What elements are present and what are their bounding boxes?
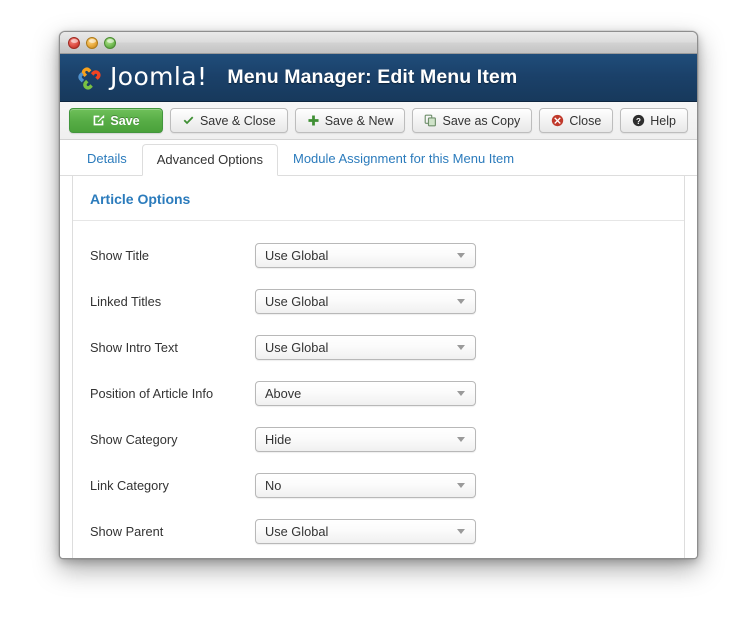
field-row-linked-titles: Linked Titles Use Global	[73, 278, 684, 324]
tab-module-assignment[interactable]: Module Assignment for this Menu Item	[278, 143, 529, 175]
save-button[interactable]: Save	[69, 108, 163, 133]
field-label-linked-titles: Linked Titles	[90, 293, 162, 309]
save-and-close-button[interactable]: Save & Close	[169, 108, 288, 133]
help-button[interactable]: ? Help	[620, 108, 688, 133]
field-row-show-intro-text: Show Intro Text Use Global	[73, 324, 684, 370]
window-titlebar	[60, 32, 697, 54]
show-title-select[interactable]: Use Global	[255, 242, 476, 268]
show-intro-text-value: Use Global	[265, 339, 329, 355]
article-options-form: Show Title Use Global Linked Titles Use …	[73, 221, 684, 554]
position-of-article-info-value: Above	[265, 385, 302, 401]
save-and-close-label: Save & Close	[199, 113, 276, 128]
minimize-window-button[interactable]	[86, 36, 98, 49]
chevron-down-icon	[457, 528, 465, 534]
field-row-show-title: Show Title Use Global	[73, 232, 684, 278]
browser-window: Joomla! Menu Manager: Edit Menu Item Sav…	[59, 31, 698, 559]
save-as-copy-button[interactable]: Save as Copy	[412, 108, 533, 133]
field-row-show-category: Show Category Hide	[73, 416, 684, 462]
save-and-new-label: Save & New	[324, 113, 394, 128]
chevron-down-icon	[457, 252, 465, 258]
field-row-link-category: Link Category No	[73, 462, 684, 508]
section-title: Article Options	[73, 176, 684, 221]
content-panel-inner: Article Options Show Title Use Global Li…	[72, 176, 685, 558]
linked-titles-select[interactable]: Use Global	[255, 288, 476, 314]
close-button[interactable]: Close	[539, 108, 614, 133]
plus-icon	[307, 114, 320, 127]
window-controls	[68, 36, 116, 49]
joomla-logo: Joomla!	[73, 62, 207, 93]
joomla-wordmark: Joomla!	[110, 62, 208, 91]
position-of-article-info-select[interactable]: Above	[255, 380, 476, 406]
content-panel: Article Options Show Title Use Global Li…	[60, 176, 697, 558]
field-row-show-parent: Show Parent Use Global	[73, 508, 684, 554]
field-label-link-category: Link Category	[90, 477, 169, 493]
chevron-down-icon	[457, 390, 465, 396]
field-label-show-parent: Show Parent	[90, 523, 164, 539]
chevron-down-icon	[457, 482, 465, 488]
check-icon	[182, 114, 195, 127]
chevron-down-icon	[457, 298, 465, 304]
show-category-select[interactable]: Hide	[255, 426, 476, 452]
app-header: Joomla! Menu Manager: Edit Menu Item	[60, 54, 697, 102]
close-circle-icon	[551, 114, 564, 127]
tab-module-assignment-label: Module Assignment for this Menu Item	[292, 151, 515, 166]
field-label-show-category: Show Category	[90, 431, 178, 447]
save-icon	[92, 114, 105, 127]
copy-icon	[424, 114, 437, 127]
svg-text:?: ?	[636, 117, 641, 126]
tab-details-label: Details	[87, 151, 127, 166]
joomla-mark-icon	[73, 62, 104, 93]
save-and-new-button[interactable]: Save & New	[294, 108, 406, 133]
show-parent-value: Use Global	[265, 523, 329, 539]
field-label-position-of-article-info: Position of Article Info	[90, 385, 214, 401]
chevron-down-icon	[457, 436, 465, 442]
tab-advanced-options-label: Advanced Options	[156, 152, 263, 167]
show-intro-text-select[interactable]: Use Global	[255, 334, 476, 360]
tab-advanced-options[interactable]: Advanced Options	[141, 144, 278, 176]
field-label-show-intro-text: Show Intro Text	[90, 339, 178, 355]
field-row-position-of-article-info: Position of Article Info Above	[73, 370, 684, 416]
help-button-label: Help	[650, 113, 676, 128]
linked-titles-value: Use Global	[265, 293, 329, 309]
help-circle-icon: ?	[632, 114, 645, 127]
tab-details[interactable]: Details	[72, 143, 142, 175]
save-button-label: Save	[110, 113, 140, 128]
close-button-label: Close	[569, 113, 602, 128]
chevron-down-icon	[457, 344, 465, 350]
show-parent-select[interactable]: Use Global	[255, 518, 476, 544]
show-title-value: Use Global	[265, 247, 329, 263]
toolbar: Save Save & Close Save & New Save as Cop…	[60, 102, 697, 140]
save-as-copy-label: Save as Copy	[442, 113, 521, 128]
page-title: Menu Manager: Edit Menu Item	[227, 66, 518, 88]
field-label-show-title: Show Title	[90, 247, 150, 263]
show-category-value: Hide	[265, 431, 292, 447]
link-category-select[interactable]: No	[255, 472, 476, 498]
tab-bar: Details Advanced Options Module Assignme…	[60, 140, 697, 176]
zoom-window-button[interactable]	[104, 36, 116, 49]
close-window-button[interactable]	[68, 36, 80, 49]
link-category-value: No	[265, 477, 282, 493]
